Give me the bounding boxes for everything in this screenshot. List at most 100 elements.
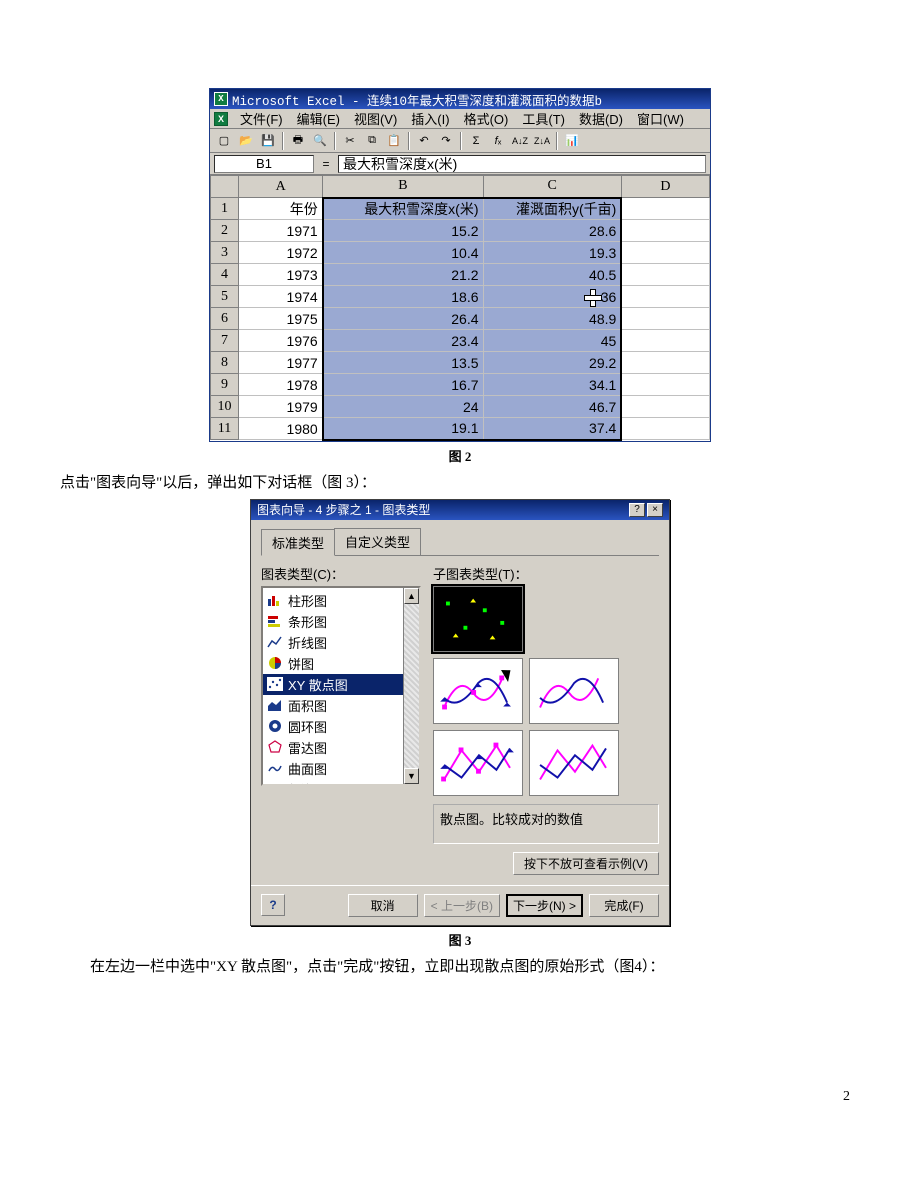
- cell[interactable]: [621, 308, 709, 330]
- cell[interactable]: 26.4: [323, 308, 483, 330]
- row-header[interactable]: 10: [211, 396, 239, 418]
- list-item-radar[interactable]: 雷达图: [263, 737, 419, 758]
- help-icon[interactable]: ?: [629, 503, 645, 517]
- cell[interactable]: 46.7: [483, 396, 621, 418]
- chart-type-listbox[interactable]: 柱形图 条形图 折线图 饼图 XY 散点图 面积图 圆环图 雷达图 曲面图 气泡…: [261, 586, 421, 786]
- cell[interactable]: 15.2: [323, 220, 483, 242]
- cell[interactable]: [621, 198, 709, 220]
- paste-icon[interactable]: 📋: [384, 131, 404, 151]
- cell[interactable]: [621, 330, 709, 352]
- col-header-c[interactable]: C: [483, 176, 621, 198]
- menu-insert[interactable]: 插入(I): [407, 108, 453, 129]
- cell[interactable]: 18.6: [323, 286, 483, 308]
- name-box[interactable]: B1: [214, 155, 314, 173]
- list-item-hbar[interactable]: 条形图: [263, 611, 419, 632]
- cell[interactable]: 28.6: [483, 220, 621, 242]
- cell[interactable]: 19.1: [323, 418, 483, 440]
- cell[interactable]: 1978: [239, 374, 323, 396]
- cell[interactable]: 16.7: [323, 374, 483, 396]
- cut-icon[interactable]: ✂: [340, 131, 360, 151]
- cell[interactable]: [621, 242, 709, 264]
- preview-icon[interactable]: 🔍: [310, 131, 330, 151]
- cell[interactable]: [621, 396, 709, 418]
- cell[interactable]: 34.1: [483, 374, 621, 396]
- list-item-bar[interactable]: 柱形图: [263, 590, 419, 611]
- listbox-scrollbar[interactable]: ▲ ▼: [403, 588, 419, 784]
- scroll-down-icon[interactable]: ▼: [404, 768, 419, 784]
- cell[interactable]: 1975: [239, 308, 323, 330]
- finish-button[interactable]: 完成(F): [589, 894, 659, 917]
- close-icon[interactable]: ×: [647, 503, 663, 517]
- copy-icon[interactable]: ⧉: [362, 131, 382, 151]
- subtype-scatter-lines[interactable]: [529, 730, 619, 796]
- cell[interactable]: 21.2: [323, 264, 483, 286]
- menu-file[interactable]: 文件(F): [236, 108, 287, 129]
- cell[interactable]: 1980: [239, 418, 323, 440]
- cell[interactable]: 最大积雪深度x(米): [323, 198, 483, 220]
- menu-window[interactable]: 窗口(W): [633, 108, 688, 129]
- select-all-corner[interactable]: [211, 176, 239, 198]
- list-item-line[interactable]: 折线图: [263, 632, 419, 653]
- undo-icon[interactable]: ↶: [414, 131, 434, 151]
- list-item-doughnut[interactable]: 圆环图: [263, 716, 419, 737]
- tab-custom-types[interactable]: 自定义类型: [334, 528, 421, 555]
- cell[interactable]: 灌溉面积y(千亩): [483, 198, 621, 220]
- cancel-button[interactable]: 取消: [348, 894, 418, 917]
- wizard-help-button[interactable]: ?: [261, 894, 285, 916]
- subtype-scatter-smooth[interactable]: [529, 658, 619, 724]
- list-item-pie[interactable]: 饼图: [263, 653, 419, 674]
- cell[interactable]: 10.4: [323, 242, 483, 264]
- cell[interactable]: 48.9: [483, 308, 621, 330]
- function-icon[interactable]: fₓ: [488, 131, 508, 151]
- sort-desc-icon[interactable]: Z↓A: [532, 131, 552, 151]
- redo-icon[interactable]: ↷: [436, 131, 456, 151]
- cell[interactable]: [621, 220, 709, 242]
- menu-data[interactable]: 数据(D): [575, 108, 627, 129]
- new-icon[interactable]: ▢: [214, 131, 234, 151]
- cell[interactable]: 1972: [239, 242, 323, 264]
- cell[interactable]: 年份: [239, 198, 323, 220]
- cell[interactable]: 1971: [239, 220, 323, 242]
- scroll-up-icon[interactable]: ▲: [404, 588, 419, 604]
- cell[interactable]: 13.5: [323, 352, 483, 374]
- cell[interactable]: 1976: [239, 330, 323, 352]
- col-header-a[interactable]: A: [239, 176, 323, 198]
- menu-format[interactable]: 格式(O): [460, 108, 513, 129]
- cell[interactable]: [621, 418, 709, 440]
- tab-standard-types[interactable]: 标准类型: [261, 529, 335, 556]
- cell[interactable]: 36: [483, 286, 621, 308]
- row-header[interactable]: 2: [211, 220, 239, 242]
- col-header-d[interactable]: D: [621, 176, 709, 198]
- cell[interactable]: [621, 286, 709, 308]
- list-item-surface[interactable]: 曲面图: [263, 758, 419, 779]
- view-sample-button[interactable]: 按下不放可查看示例(V): [513, 852, 659, 875]
- cell[interactable]: 40.5: [483, 264, 621, 286]
- save-icon[interactable]: 💾: [258, 131, 278, 151]
- formula-value[interactable]: 最大积雪深度x(米): [338, 155, 706, 173]
- print-icon[interactable]: 🖶: [288, 131, 308, 151]
- next-button[interactable]: 下一步(N) >: [506, 894, 583, 917]
- menu-tools[interactable]: 工具(T): [518, 108, 569, 129]
- cell[interactable]: 45: [483, 330, 621, 352]
- row-header[interactable]: 5: [211, 286, 239, 308]
- chart-wizard-icon[interactable]: 📊: [562, 131, 582, 151]
- row-header[interactable]: 11: [211, 418, 239, 440]
- cell[interactable]: 24: [323, 396, 483, 418]
- subtype-scatter-smooth-markers[interactable]: [433, 658, 523, 724]
- cell[interactable]: 23.4: [323, 330, 483, 352]
- autosum-icon[interactable]: Σ: [466, 131, 486, 151]
- cell[interactable]: [621, 352, 709, 374]
- cell[interactable]: [621, 264, 709, 286]
- row-header[interactable]: 9: [211, 374, 239, 396]
- sort-asc-icon[interactable]: A↓Z: [510, 131, 530, 151]
- cell[interactable]: 1974: [239, 286, 323, 308]
- row-header[interactable]: 7: [211, 330, 239, 352]
- subtype-scatter-markers[interactable]: [433, 586, 523, 652]
- cell[interactable]: 29.2: [483, 352, 621, 374]
- menu-view[interactable]: 视图(V): [350, 108, 401, 129]
- list-item-bubble[interactable]: 气泡图: [263, 779, 419, 786]
- subtype-scatter-lines-markers[interactable]: [433, 730, 523, 796]
- row-header[interactable]: 1: [211, 198, 239, 220]
- cell[interactable]: [621, 374, 709, 396]
- cell[interactable]: 1979: [239, 396, 323, 418]
